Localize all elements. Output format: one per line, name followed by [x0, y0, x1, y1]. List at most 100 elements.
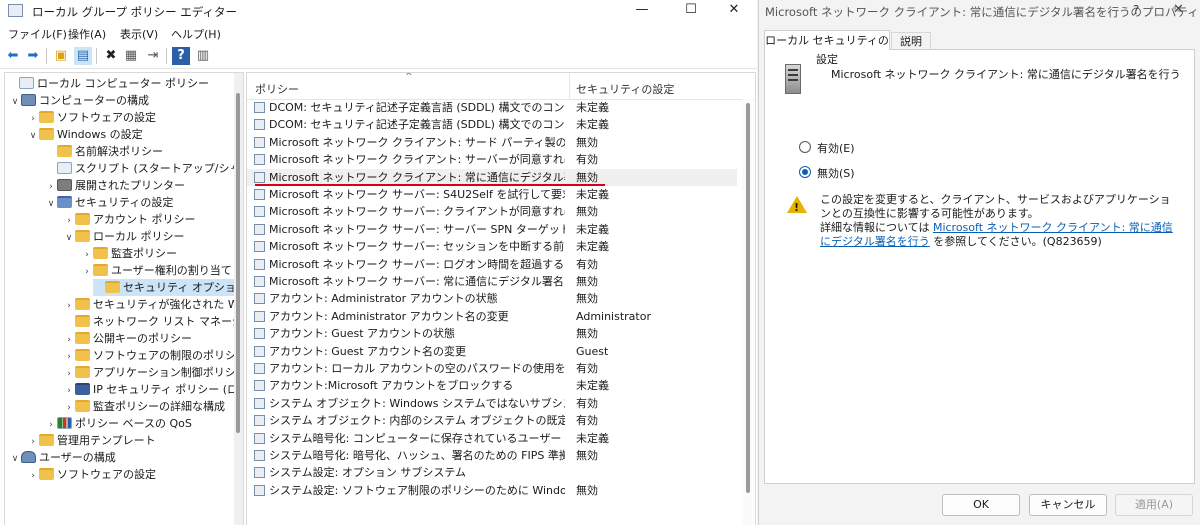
tree-node[interactable]: ネットワーク リスト マネージャー [63, 313, 243, 330]
list-scrollbar-thumb[interactable] [746, 103, 750, 493]
dialog-close-button[interactable]: ✕ [1173, 2, 1184, 17]
tree-node[interactable]: ローカル コンピューター ポリシー [7, 75, 209, 92]
table-row[interactable]: アカウント: ローカル アカウントの空のパスワードの使用をコンソール ログ...… [247, 360, 737, 377]
folder-icon [75, 366, 90, 378]
view-icon[interactable]: ▥ [194, 47, 212, 65]
tree-node[interactable]: › 監査ポリシー [81, 245, 177, 262]
table-row[interactable]: Microsoft ネットワーク クライアント: サーバーが同意すれば、通信に.… [247, 151, 737, 168]
forward-arrow-icon[interactable]: ➡ [24, 47, 42, 65]
delete-icon[interactable]: ✖ [102, 47, 120, 65]
policy-name: アカウント: Administrator アカウントの状態 [269, 292, 498, 306]
maximize-button[interactable]: ☐ [668, 0, 714, 22]
chevron-right-icon[interactable]: › [27, 468, 39, 485]
folder-icon [75, 400, 90, 412]
table-row[interactable]: システム暗号化: 暗号化、ハッシュ、署名のための FIPS 準拠アルゴリ... 無… [247, 447, 737, 464]
menu-file[interactable]: ファイル(F) [8, 26, 67, 42]
help-button[interactable]: ? [1133, 3, 1139, 17]
tab-explain[interactable]: 説明 [891, 32, 931, 50]
cancel-button[interactable]: キャンセル [1029, 494, 1107, 516]
chevron-right-icon[interactable]: › [81, 264, 93, 281]
chevron-down-icon[interactable]: ∨ [9, 94, 21, 111]
tree-node[interactable]: ∨ Windows の設定 [27, 126, 143, 143]
tab-local-security-setting[interactable]: ローカル セキュリティの設定 [764, 30, 890, 66]
tree-node[interactable]: › アプリケーション制御ポリシー [63, 364, 243, 381]
radio-enabled[interactable] [799, 141, 811, 153]
column-divider[interactable] [569, 73, 570, 99]
tree-node[interactable]: › ポリシー ベースの QoS [45, 415, 192, 432]
table-row[interactable]: アカウント:Microsoft アカウントをブロックする 未定義 [247, 377, 737, 394]
table-row[interactable]: DCOM: セキュリティ記述子定義言語 (SDDL) 構文でのコンピューター..… [247, 99, 737, 116]
tree-node[interactable]: ∨ ユーザーの構成 [9, 449, 116, 466]
tree-node[interactable]: › ソフトウェアの設定 [27, 466, 156, 483]
radio-disabled-label[interactable]: 無効(S) [817, 165, 855, 181]
table-row[interactable]: Microsoft ネットワーク サーバー: サーバー SPN ターゲット名検証… [247, 221, 737, 238]
table-row[interactable]: アカウント: Guest アカウントの状態 無効 [247, 325, 737, 342]
policy-setting-icon [254, 241, 265, 253]
menu-action[interactable]: 操作(A) [68, 26, 106, 42]
table-row[interactable]: Microsoft ネットワーク サーバー: S4U2Self を試行して要求情… [247, 186, 737, 203]
table-row[interactable]: システム設定: ソフトウェア制限のポリシーのために Windows 実行可...… [247, 482, 737, 499]
tree-node[interactable]: ∨ セキュリティの設定 [45, 194, 173, 211]
table-row[interactable]: システム暗号化: コンピューターに保存されているユーザー キーに強力な... 未定… [247, 430, 737, 447]
export-list-icon[interactable]: ⇥ [144, 47, 162, 65]
tree-node[interactable]: › 監査ポリシーの詳細な構成 [63, 398, 225, 415]
tree-node[interactable]: ›IP セキュリティ ポリシー (ローカル [63, 381, 243, 398]
back-arrow-icon[interactable]: ⬅ [4, 47, 22, 65]
table-row[interactable]: Microsoft ネットワーク クライアント: サード パーティ製の SMB … [247, 134, 737, 151]
table-row[interactable]: Microsoft ネットワーク サーバー: クライアントが同意すれば、通信に.… [247, 203, 737, 220]
tree-node[interactable]: › アカウント ポリシー [63, 211, 196, 228]
apply-button[interactable]: 適用(A) [1115, 494, 1193, 516]
table-row[interactable]: システム オブジェクト: Windows システムではないサブシステムのため..… [247, 395, 737, 412]
policy-setting-icon [254, 363, 265, 374]
folder-icon [75, 230, 90, 242]
table-row[interactable]: Microsoft ネットワーク サーバー: ログオン時間を超過するとクライア.… [247, 256, 737, 273]
chevron-down-icon[interactable]: ∨ [9, 451, 21, 468]
chevron-down-icon[interactable]: ∨ [27, 128, 39, 145]
radio-disabled[interactable] [799, 166, 811, 178]
policy-name: Microsoft ネットワーク クライアント: サーバーが同意すれば、通信に.… [269, 153, 565, 167]
tree-node[interactable]: 名前解決ポリシー [45, 143, 163, 160]
help-icon[interactable]: ? [172, 47, 190, 65]
tree-node[interactable]: › ソフトウェアの設定 [27, 109, 156, 126]
policy-setting-icon [254, 171, 265, 183]
column-header-setting[interactable]: セキュリティの設定 [576, 81, 674, 97]
radio-enabled-label[interactable]: 有効(E) [817, 140, 855, 156]
policy-setting-icon [254, 484, 265, 496]
column-header-policy[interactable]: ポリシー [255, 81, 299, 97]
tree-node[interactable]: ∨ ローカル ポリシー [63, 228, 185, 245]
table-row[interactable]: Microsoft ネットワーク サーバー: 常に通信にデジタル署名を行う 無効 [247, 273, 737, 290]
tree-node[interactable]: › 展開されたプリンター [45, 177, 185, 194]
printer-icon [57, 179, 72, 191]
table-row[interactable]: Microsoft ネットワーク サーバー: セッションを中断する前に、ある一.… [247, 238, 737, 255]
chevron-down-icon[interactable]: ∨ [45, 196, 57, 213]
menu-view[interactable]: 表示(V) [120, 26, 158, 42]
tree-node[interactable]: › セキュリティが強化された Winc [63, 296, 243, 313]
tree-node[interactable]: ∨ コンピューターの構成 [9, 92, 149, 109]
table-row[interactable]: アカウント: Administrator アカウントの状態 無効 [247, 290, 737, 307]
table-row[interactable]: システム オブジェクト: 内部のシステム オブジェクトの既定のアクセス許... 有… [247, 412, 737, 429]
tree-node[interactable]: › 公開キーのポリシー [63, 330, 192, 347]
up-folder-icon[interactable]: ▣ [52, 47, 70, 65]
table-row[interactable]: DCOM: セキュリティ記述子定義言語 (SDDL) 構文でのコンピューター..… [247, 116, 737, 133]
tree-node[interactable]: › ユーザー権利の割り当て [81, 262, 232, 279]
folder-icon [75, 315, 90, 327]
tree-scrollbar-thumb[interactable] [236, 93, 240, 433]
minimize-button[interactable]: — [619, 0, 665, 22]
tree-node[interactable]: スクリプト (スタートアップ/シャットダ [45, 160, 243, 177]
tree-node[interactable]: › 管理用テンプレート [27, 432, 156, 449]
chevron-down-icon[interactable]: ∨ [63, 230, 75, 247]
show-hide-tree-icon[interactable]: ▤ [74, 47, 92, 65]
policy-setting-icon [254, 189, 265, 200]
folder-icon [39, 111, 54, 123]
table-row[interactable]: アカウント: Guest アカウント名の変更 Guest [247, 343, 737, 360]
tree-node[interactable]: › ソフトウェアの制限のポリシー [63, 347, 243, 364]
close-button[interactable]: ✕ [711, 0, 757, 22]
warning-exclamation: ! [794, 201, 800, 214]
table-row[interactable]: システム設定: オプション サブシステム [247, 464, 737, 481]
properties-icon[interactable]: ▦ [122, 47, 140, 65]
ok-button[interactable]: OK [942, 494, 1020, 516]
policy-setting-value: Guest [576, 344, 609, 358]
menu-help[interactable]: ヘルプ(H) [171, 26, 221, 42]
tree-node-selected[interactable]: セキュリティ オプション [93, 279, 243, 296]
table-row[interactable]: アカウント: Administrator アカウント名の変更 Administra… [247, 308, 737, 325]
